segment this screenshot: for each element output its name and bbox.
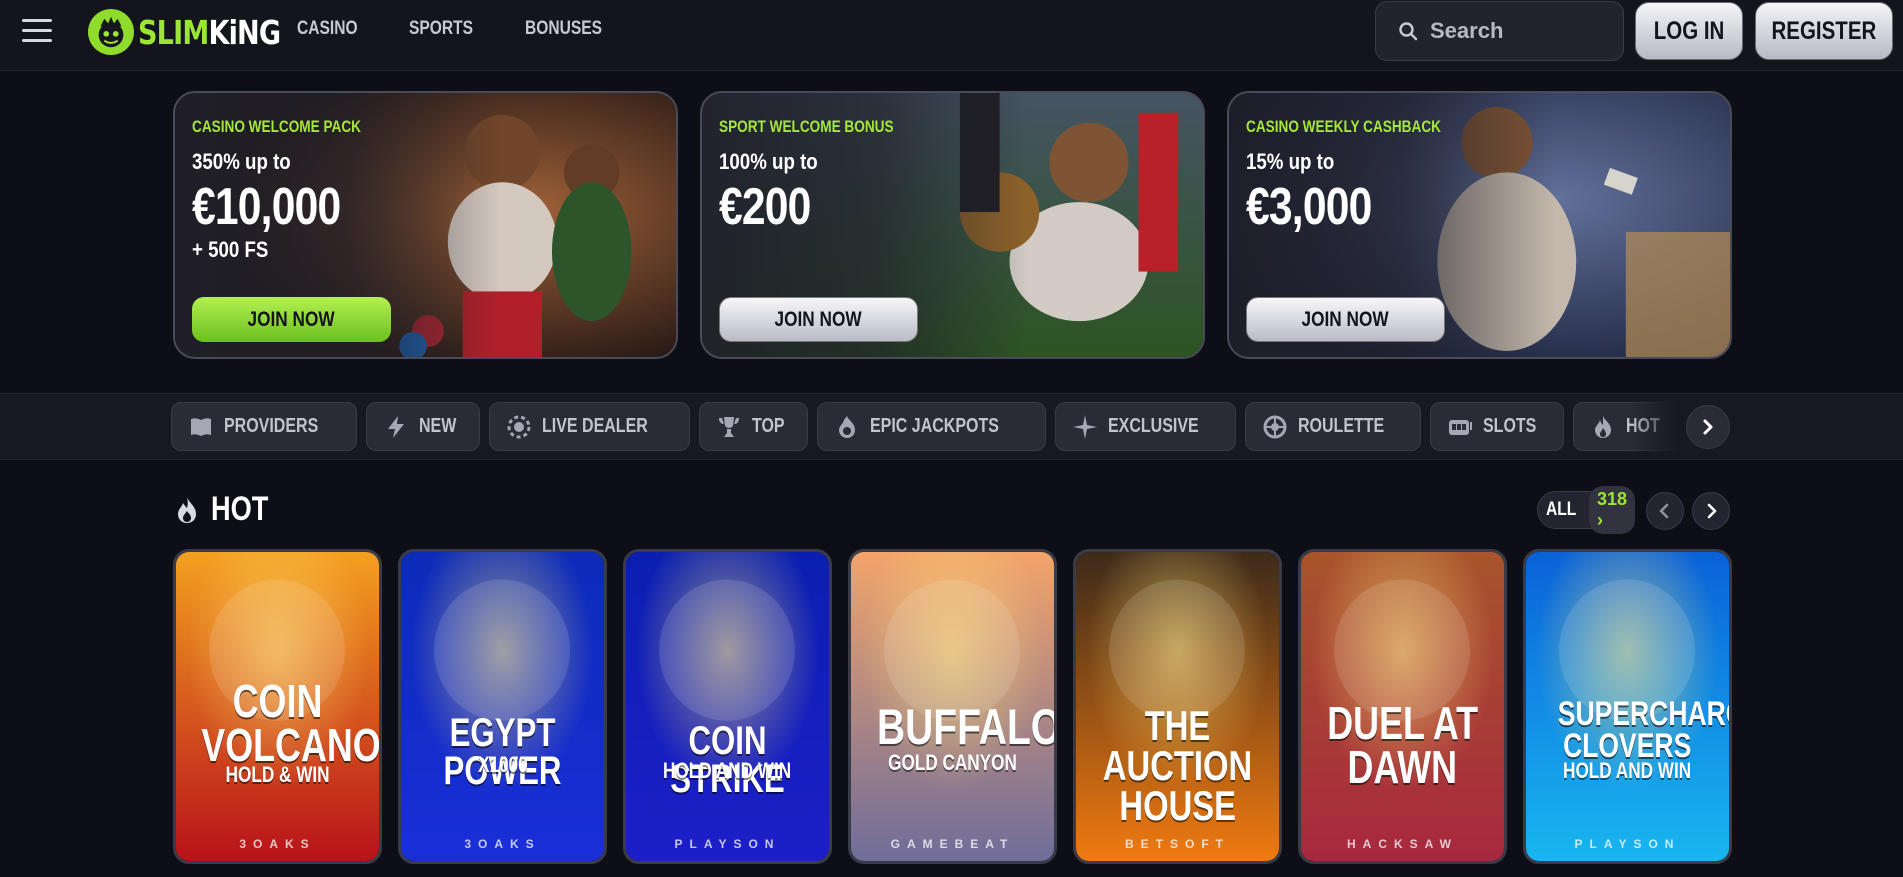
game-card[interactable]: COIN STRIKE HOLD AND WIN PLAYSON (623, 549, 832, 864)
join-now-button[interactable]: JOIN NOW (192, 297, 391, 342)
category-providers[interactable]: PROVIDERS (171, 402, 357, 451)
book-icon (191, 417, 211, 436)
game-provider: GAMEBEAT (890, 837, 1015, 851)
game-title: DUEL AT DAWN (1327, 697, 1478, 793)
chevron-right-icon (1707, 503, 1717, 519)
category-label: LIVE DEALER (542, 415, 649, 437)
promo-banner-text: CASINO WELCOME PACK 350% up to €10,000 + 50… (192, 117, 403, 263)
register-button[interactable]: REGISTER (1755, 2, 1893, 60)
promo-kicker: CASINO WEEKLY CASHBACK (1246, 117, 1441, 136)
top-header: SLIMKiNG CASINO SPORTS BONUSES LOG IN RE… (0, 0, 1903, 71)
fire-icon (1595, 415, 1612, 438)
game-title: BUFFALO (876, 699, 1057, 755)
nav-casino[interactable]: CASINO (297, 18, 358, 40)
top-nav: CASINO SPORTS BONUSES (297, 18, 619, 40)
category-label: NEW (418, 415, 457, 437)
slot-machine-icon (1448, 419, 1472, 435)
promo-amount: €200 (719, 178, 811, 236)
game-art (626, 552, 829, 861)
game-provider: PLAYSON (1574, 837, 1681, 851)
game-subtitle: HOLD & WIN (225, 762, 330, 787)
logo[interactable]: SLIMKiNG (88, 8, 312, 56)
promo-amount: €3,000 (1246, 178, 1372, 236)
sparkle-icon (1072, 414, 1097, 439)
lightning-icon (387, 415, 404, 438)
search-box[interactable] (1375, 1, 1624, 61)
promo-amount: €10,000 (192, 178, 341, 236)
promo-line: 100% up to (719, 149, 818, 174)
section-title: HOT (211, 490, 269, 528)
category-label: EPIC JACKPOTS (869, 415, 999, 437)
king-logo-icon (88, 9, 134, 55)
game-subtitle: HOLD AND WIN (1563, 758, 1692, 783)
join-now-button[interactable]: JOIN NOW (1246, 297, 1445, 342)
game-title: COIN VOLCANO (201, 675, 381, 771)
promo-banner-text: CASINO WEEKLY CASHBACK 15% up to €3,000 (1246, 117, 1490, 233)
category-label: TOP (751, 415, 785, 437)
game-title: SUPERCHARGEDCLOVERS (1557, 695, 1729, 766)
game-card[interactable]: DUEL AT DAWN HACKSAW (1298, 549, 1507, 864)
flame-coin-icon (838, 415, 855, 438)
nav-bonuses[interactable]: BONUSES (525, 18, 602, 40)
promo-line: 15% up to (1246, 149, 1335, 174)
game-subtitle: HOLD AND WIN (663, 758, 792, 783)
category-label: PROVIDERS (224, 415, 319, 437)
games-next-button[interactable] (1692, 492, 1730, 530)
roulette-icon (1263, 415, 1287, 438)
game-provider: 3OAKS (239, 837, 316, 851)
view-all-count: 318 › (1588, 486, 1635, 534)
chip-icon (507, 415, 531, 438)
promo-extra: + 500 FS (192, 237, 269, 262)
game-provider: 3OAKS (464, 837, 541, 851)
trophy-icon (718, 416, 739, 437)
game-card[interactable]: THE AUCTION HOUSE BETSOFT (1073, 549, 1282, 864)
category-label: ROULETTE (1298, 415, 1385, 437)
game-art (401, 552, 604, 861)
promo-banner[interactable]: CASINO WELCOME PACK 350% up to €10,000 + 50… (173, 91, 678, 359)
category-top[interactable]: TOP (698, 402, 808, 451)
game-card[interactable]: EGYPT POWER X1000 3OAKS (398, 549, 607, 864)
promo-banner[interactable]: SPORT WELCOME BONUS 100% up to €200 JOIN NO… (700, 91, 1205, 359)
category-next-button[interactable] (1686, 405, 1730, 449)
game-list: COIN VOLCANO HOLD & WIN 3OAKS EGYPT POWER X10… (173, 549, 1732, 864)
promo-banner-text: SPORT WELCOME BONUS 100% up to €200 (719, 117, 937, 233)
menu-icon[interactable] (22, 19, 52, 43)
game-provider: BETSOFT (1125, 837, 1230, 851)
category-live-dealer[interactable]: LIVE DEALER (489, 402, 690, 451)
promo-banners: CASINO WELCOME PACK 350% up to €10,000 + 50… (173, 91, 1732, 359)
chevron-right-icon (1703, 419, 1713, 435)
login-button[interactable]: LOG IN (1635, 2, 1743, 60)
category-label: EXCLUSIVE (1107, 415, 1199, 437)
view-all-label: ALL (1546, 499, 1577, 520)
category-slots[interactable]: SLOTS (1429, 402, 1565, 451)
games-prev-button[interactable] (1646, 492, 1684, 530)
category-roulette[interactable]: ROULETTE (1245, 402, 1421, 451)
game-subtitle: GOLD CANYON (888, 750, 1017, 775)
category-list: PROVIDERS NEW LIVE DEALER TOP EPIC JACKPOTS E… (171, 402, 1696, 452)
category-label: SLOTS (1482, 415, 1537, 437)
fire-icon (178, 497, 196, 523)
game-card[interactable]: COIN VOLCANO HOLD & WIN 3OAKS (173, 549, 382, 864)
category-epic-jackpots[interactable]: EPIC JACKPOTS (816, 402, 1046, 451)
game-provider: HACKSAW (1347, 837, 1458, 851)
category-exclusive[interactable]: EXCLUSIVE (1054, 402, 1237, 451)
game-card[interactable]: BUFFALO GOLD CANYON GAMEBEAT (848, 549, 1057, 864)
logo-text: SLIMKiNG (138, 12, 281, 52)
promo-banner[interactable]: CASINO WEEKLY CASHBACK 15% up to €3,000 JOI… (1227, 91, 1732, 359)
category-bar: PROVIDERS NEW LIVE DEALER TOP EPIC JACKPOTS E… (0, 393, 1903, 460)
promo-line: 350% up to (192, 149, 291, 174)
game-subtitle: X1000 (477, 752, 528, 777)
search-input[interactable] (1430, 18, 1610, 44)
category-new[interactable]: NEW (365, 402, 481, 451)
promo-kicker: SPORT WELCOME BONUS (719, 117, 894, 136)
game-title: THE AUCTION HOUSE (1102, 702, 1253, 829)
promo-kicker: CASINO WELCOME PACK (192, 117, 361, 136)
nav-sports[interactable]: SPORTS (409, 18, 473, 40)
game-provider: PLAYSON (674, 837, 781, 851)
search-icon (1399, 22, 1418, 41)
chevron-left-icon (1659, 503, 1669, 519)
join-now-button[interactable]: JOIN NOW (719, 297, 918, 342)
view-all-button[interactable]: ALL 318 › (1537, 486, 1635, 534)
game-card[interactable]: SUPERCHARGEDCLOVERSHOLD AND WIN PLAYSON (1523, 549, 1732, 864)
